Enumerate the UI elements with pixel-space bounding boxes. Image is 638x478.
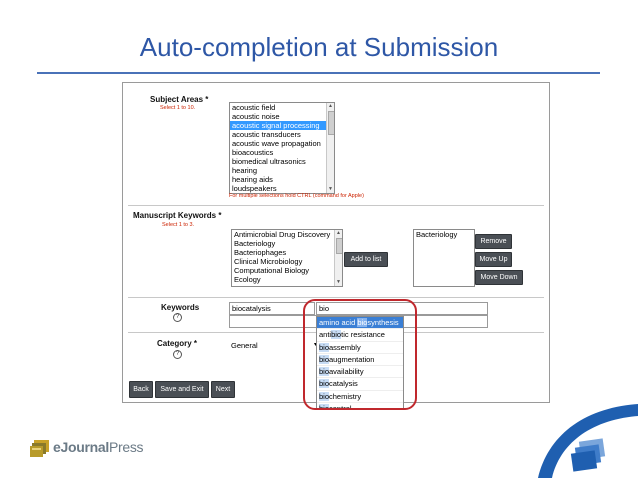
- help-icon[interactable]: ?: [173, 350, 182, 359]
- subject-area-option[interactable]: acoustic noise: [230, 112, 334, 121]
- subject-area-option[interactable]: acoustic signal processing: [230, 121, 334, 130]
- subject-areas-label-text: Subject Areas: [150, 95, 204, 104]
- manuscript-keywords-label: Manuscript Keywords *: [133, 211, 222, 220]
- scroll-up-icon[interactable]: ▲: [335, 230, 342, 237]
- subject-areas-label: Subject Areas *: [150, 95, 208, 104]
- subject-areas-hint: Select 1 to 10.: [160, 105, 196, 111]
- logo-wordmark: eJournalPress: [53, 439, 144, 455]
- manuscript-keywords-hint: Select 1 to 3.: [162, 222, 195, 228]
- manuscript-keywords-listbox[interactable]: Antimicrobial Drug Discovery Bacteriology…: [231, 229, 343, 287]
- category-label-text: Category: [157, 339, 192, 348]
- title-divider: [37, 72, 600, 74]
- manuscript-keyword-option[interactable]: Ecology: [232, 275, 342, 284]
- multi-select-note: For multiple selections hold CTRL (comma…: [229, 193, 364, 199]
- scroll-down-icon[interactable]: ▼: [335, 279, 342, 286]
- manuscript-keyword-option[interactable]: Bacteriophages: [232, 248, 342, 257]
- subject-area-option[interactable]: hearing aids: [230, 175, 334, 184]
- subject-area-option[interactable]: biomedical ultrasonics: [230, 157, 334, 166]
- scroll-thumb[interactable]: [328, 111, 334, 135]
- help-icon[interactable]: ?: [173, 313, 182, 322]
- section-divider: [128, 205, 544, 206]
- manuscript-keyword-option[interactable]: Bacteriology: [232, 239, 342, 248]
- scroll-up-icon[interactable]: ▲: [327, 103, 334, 110]
- subject-area-option[interactable]: loudspeakers: [230, 184, 334, 193]
- subject-areas-scrollbar[interactable]: ▲ ▼: [326, 103, 334, 193]
- highlight-oval: [303, 299, 417, 410]
- section-divider: [128, 297, 544, 298]
- required-mark: *: [218, 211, 222, 220]
- required-mark: *: [193, 339, 198, 348]
- back-button[interactable]: Back: [129, 381, 153, 398]
- remove-button[interactable]: Remove: [475, 234, 512, 249]
- keywords-label: Keywords: [161, 303, 200, 312]
- ejournalpress-logo: eJournalPress: [30, 439, 144, 463]
- chosen-keywords-listbox[interactable]: Bacteriology: [413, 229, 475, 287]
- slide-title: Auto-completion at Submission: [139, 32, 499, 62]
- logo-book-icon: [30, 440, 49, 457]
- required-mark: *: [205, 95, 209, 104]
- scroll-thumb[interactable]: [336, 238, 342, 254]
- subject-area-option[interactable]: acoustic field: [230, 103, 334, 112]
- logo-wordmark-rest: Press: [108, 439, 144, 455]
- move-up-button[interactable]: Move Up: [475, 252, 512, 267]
- scroll-down-icon[interactable]: ▼: [327, 186, 334, 193]
- subject-area-option[interactable]: bioacoustics: [230, 148, 334, 157]
- category-label: Category *: [157, 339, 197, 348]
- manuscript-keyword-option[interactable]: Antimicrobial Drug Discovery: [232, 230, 342, 239]
- category-select-value: General: [231, 341, 258, 350]
- subject-area-option[interactable]: hearing: [230, 166, 334, 175]
- manuscript-keywords-label-text: Manuscript Keywords: [133, 211, 217, 220]
- subject-areas-listbox[interactable]: acoustic field acoustic noise acoustic sig…: [229, 102, 335, 194]
- save-and-exit-button[interactable]: Save and Exit: [155, 381, 209, 398]
- manuscript-keyword-option[interactable]: Computational Biology: [232, 266, 342, 275]
- manuscript-keyword-option[interactable]: Clinical Microbiology: [232, 257, 342, 266]
- logo-wordmark-bold: eJournal: [53, 439, 109, 455]
- subject-area-option[interactable]: acoustic wave propagation: [230, 139, 334, 148]
- keywords-scrollbar[interactable]: ▲ ▼: [334, 230, 342, 286]
- move-down-button[interactable]: Move Down: [475, 270, 523, 285]
- add-to-list-button[interactable]: Add to list: [344, 252, 388, 267]
- next-button[interactable]: Next: [211, 381, 235, 398]
- subject-area-option[interactable]: acoustic transducers: [230, 130, 334, 139]
- chosen-keyword-option[interactable]: Bacteriology: [414, 230, 474, 239]
- corner-decoration: [538, 404, 638, 478]
